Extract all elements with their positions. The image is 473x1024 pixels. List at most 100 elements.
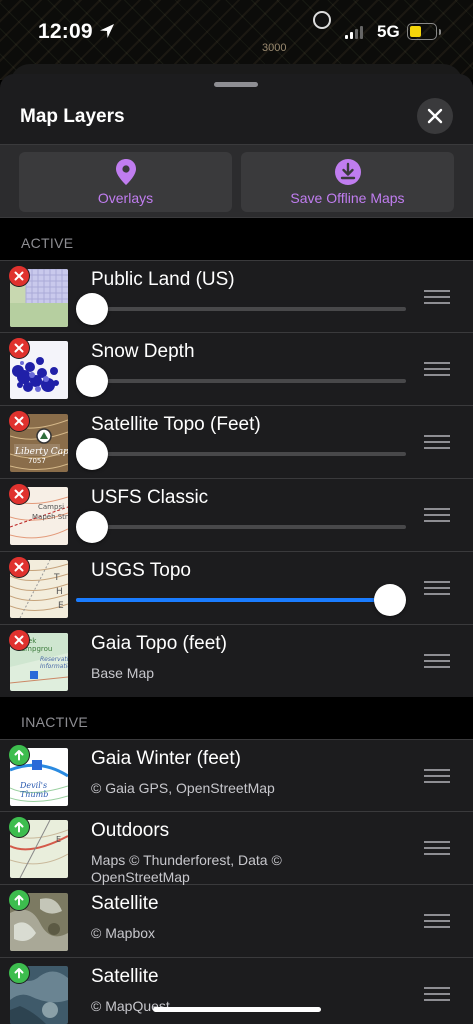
remove-layer-button[interactable] (8, 629, 30, 651)
add-layer-button[interactable] (8, 816, 30, 838)
add-layer-icon (14, 968, 24, 979)
svg-text:Liberty Cap: Liberty Cap (14, 447, 68, 457)
remove-layer-button[interactable] (8, 265, 30, 287)
add-layer-icon (14, 750, 24, 761)
svg-text:Devil's: Devil's (19, 781, 47, 790)
cellular-signal-icon (345, 26, 363, 39)
svg-text:7057: 7057 (28, 457, 46, 465)
add-layer-icon (14, 822, 24, 833)
layer-name: Satellite (91, 893, 159, 914)
reorder-handle-icon[interactable] (424, 654, 450, 668)
reorder-handle-icon[interactable] (424, 290, 450, 304)
reorder-handle-icon[interactable] (424, 987, 450, 1001)
reorder-handle-icon[interactable] (424, 508, 450, 522)
remove-layer-icon (14, 271, 24, 281)
reorder-handle-icon[interactable] (424, 914, 450, 928)
layer-name: USFS Classic (91, 487, 209, 508)
reorder-handle-icon[interactable] (424, 769, 450, 783)
active-layer-row[interactable]: Public Land (US) (0, 260, 473, 333)
sheet-grabber[interactable] (214, 82, 258, 87)
opacity-slider-knob[interactable] (76, 438, 108, 470)
opacity-slider-knob[interactable] (76, 511, 108, 543)
close-icon (427, 108, 443, 124)
add-layer-button[interactable] (8, 962, 30, 984)
layer-subtitle: Base Map (91, 665, 155, 681)
remove-layer-button[interactable] (8, 556, 30, 578)
opacity-slider-knob[interactable] (76, 293, 108, 325)
inactive-layer-row[interactable]: E Outdoors Maps © Thunderforest, Data © Op… (0, 812, 473, 885)
map-pin-icon (115, 159, 136, 185)
layer-name: Gaia Topo (feet) (91, 633, 227, 654)
save-offline-maps-label: Save Offline Maps (290, 190, 405, 206)
add-layer-button[interactable] (8, 889, 30, 911)
status-time: 12:09 (38, 20, 93, 43)
save-offline-maps-button[interactable]: Save Offline Maps (241, 152, 454, 212)
opacity-slider-knob[interactable] (76, 365, 108, 397)
network-type: 5G (377, 22, 400, 41)
home-indicator[interactable] (153, 1007, 321, 1012)
remove-layer-button[interactable] (8, 337, 30, 359)
add-layer-icon (14, 895, 24, 906)
layer-subtitle: © Mapbox (91, 925, 156, 941)
active-layer-row[interactable]: Liberty Cap 7057 Satellite Topo (Feet) (0, 406, 473, 479)
svg-text:H: H (56, 587, 63, 597)
active-layer-row[interactable]: T H E USGS Topo (0, 552, 473, 625)
remove-layer-button[interactable] (8, 410, 30, 432)
layer-name: USGS Topo (91, 560, 191, 581)
layer-name: Satellite (91, 966, 159, 987)
opacity-slider[interactable] (76, 584, 406, 616)
reorder-handle-icon[interactable] (424, 362, 450, 376)
map-layers-sheet: Map Layers Overlays Save Offline Maps AC… (0, 74, 473, 1024)
remove-layer-icon (14, 343, 24, 353)
opacity-slider-knob[interactable] (374, 584, 406, 616)
map-contour-label: 3000 (262, 42, 287, 54)
opacity-slider-fill (76, 598, 390, 602)
remove-layer-icon (14, 562, 24, 572)
location-arrow-icon (100, 24, 114, 38)
layer-name: Snow Depth (91, 341, 195, 362)
inactive-layer-row[interactable]: Devil's Thumb Gaia Winter (feet) © Gaia GPS… (0, 739, 473, 812)
active-layer-row[interactable]: CreekCampgrouReservatioInformatioGaia To… (0, 625, 473, 698)
svg-text:T: T (53, 573, 60, 583)
svg-text:Mapeh Stn: Mapeh Stn (32, 513, 68, 521)
overlays-button[interactable]: Overlays (19, 152, 232, 212)
opacity-slider[interactable] (76, 293, 406, 325)
svg-text:E: E (56, 835, 61, 844)
svg-text:Thumb: Thumb (20, 790, 48, 799)
opacity-slider[interactable] (76, 511, 406, 543)
inactive-layer-row[interactable]: Satellite © MapQuest (0, 958, 473, 1024)
remove-layer-button[interactable] (8, 483, 30, 505)
battery-icon (407, 23, 441, 40)
layer-name: Gaia Winter (feet) (91, 748, 241, 769)
svg-text:Campsi: Campsi (38, 503, 64, 511)
opacity-slider[interactable] (76, 438, 406, 470)
reorder-handle-icon[interactable] (424, 841, 450, 855)
active-layer-row[interactable]: Snow Depth (0, 333, 473, 406)
action-bar: Overlays Save Offline Maps (0, 144, 473, 218)
map-vehicle-marker-icon (313, 11, 331, 29)
reorder-handle-icon[interactable] (424, 435, 450, 449)
active-layer-row[interactable]: Campsi Mapeh Stn USFS Classic (0, 479, 473, 552)
layer-subtitle: © Gaia GPS, OpenStreetMap (91, 780, 275, 796)
active-section-label: ACTIVE (21, 235, 74, 251)
sheet-title: Map Layers (20, 106, 125, 127)
layer-name: Satellite Topo (Feet) (91, 414, 261, 435)
layer-name: Outdoors (91, 820, 170, 841)
svg-text:Informatio: Informatio (40, 663, 68, 670)
close-button[interactable] (417, 98, 453, 134)
overlays-label: Overlays (97, 190, 154, 206)
add-layer-button[interactable] (8, 744, 30, 766)
svg-text:E: E (58, 601, 64, 611)
remove-layer-icon (14, 635, 24, 645)
inactive-layer-row[interactable]: Satellite © Mapbox (0, 885, 473, 958)
svg-text:Reservatio: Reservatio (40, 656, 68, 663)
layer-name: Public Land (US) (91, 269, 235, 290)
reorder-handle-icon[interactable] (424, 581, 450, 595)
opacity-slider[interactable] (76, 365, 406, 397)
inactive-section-header: INACTIVE (0, 697, 473, 739)
active-section-header: ACTIVE (0, 218, 473, 260)
layer-subtitle: Maps © Thunderforest, Data © OpenStreetM… (91, 852, 282, 885)
remove-layer-icon (14, 489, 24, 499)
download-icon (334, 159, 361, 185)
remove-layer-icon (14, 416, 24, 426)
